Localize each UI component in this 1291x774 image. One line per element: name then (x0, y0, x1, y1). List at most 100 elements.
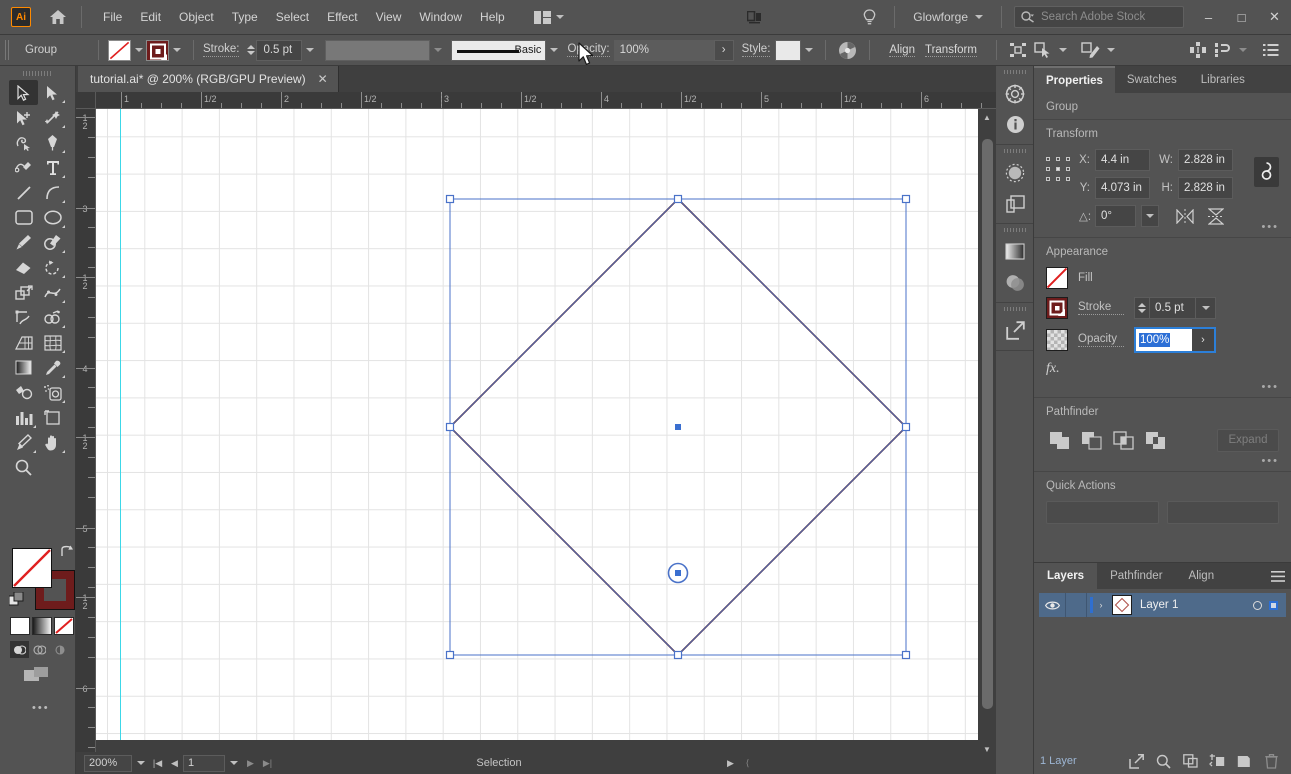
search-input[interactable]: Search Adobe Stock (1014, 6, 1184, 28)
transform-button[interactable]: Transform (924, 44, 977, 57)
fill-swatch[interactable] (108, 39, 131, 61)
exclude-icon[interactable] (1142, 427, 1168, 453)
color-swatch-button[interactable] (10, 617, 30, 635)
style-label[interactable]: Style: (741, 43, 771, 57)
menu-type[interactable]: Type (223, 6, 267, 28)
menu-help[interactable]: Help (471, 6, 514, 28)
arrange-dropdown[interactable] (1235, 40, 1250, 61)
fill-none-swatch[interactable] (12, 548, 52, 588)
shape-builder-tool[interactable] (38, 305, 67, 330)
artboard-dropdown-icon[interactable] (225, 754, 242, 772)
menu-select[interactable]: Select (267, 6, 318, 28)
width-tool[interactable] (38, 280, 67, 305)
layers-dock-icon[interactable] (996, 188, 1034, 219)
tab-pathfinder[interactable]: Pathfinder (1097, 563, 1175, 589)
selection-tool[interactable] (9, 80, 38, 105)
rotate-tool[interactable] (38, 255, 67, 280)
tab-layers[interactable]: Layers (1034, 563, 1098, 589)
draw-behind-button[interactable] (30, 641, 49, 658)
appearance-stroke-stepper[interactable] (1134, 297, 1150, 319)
flip-vertical-icon[interactable] (1203, 205, 1229, 227)
prev-page-icon[interactable]: ◀ (166, 754, 183, 772)
distribute-icon[interactable] (1185, 39, 1210, 61)
opacity-options-button[interactable]: › (713, 39, 734, 61)
symbol-sprayer-tool[interactable] (38, 380, 67, 405)
arc-tool[interactable] (38, 180, 67, 205)
h-input[interactable]: 2.828 in (1178, 177, 1233, 199)
home-icon[interactable] (47, 6, 69, 28)
line-segment-tool[interactable] (9, 180, 38, 205)
lightbulb-icon[interactable] (857, 6, 882, 28)
next-page-icon[interactable]: ▶ (242, 754, 259, 772)
eyedropper-tool[interactable] (38, 355, 67, 380)
stroke-weight-stepper[interactable] (245, 40, 256, 61)
opacity-options-button[interactable]: › (1192, 329, 1214, 351)
ellipse-tool[interactable] (38, 205, 67, 230)
close-icon[interactable]: ✕ (318, 72, 328, 86)
w-input[interactable]: 2.828 in (1178, 149, 1233, 171)
appearance-fill-swatch[interactable] (1046, 267, 1068, 289)
none-swatch-button[interactable] (54, 617, 74, 635)
last-page-icon[interactable]: ▶| (259, 754, 276, 772)
flip-horizontal-icon[interactable] (1172, 205, 1198, 227)
zoom-tool[interactable] (9, 455, 38, 480)
angle-input[interactable]: 0° (1095, 205, 1136, 227)
swap-fill-stroke-icon[interactable] (60, 544, 74, 561)
more-tools-button[interactable]: ••• (32, 702, 50, 714)
opacity-input[interactable]: 100% (613, 39, 714, 61)
x-input[interactable]: 4.4 in (1095, 149, 1150, 171)
gradient-tool[interactable] (9, 355, 38, 380)
menu-object[interactable]: Object (170, 6, 223, 28)
target-circle-icon[interactable] (1253, 600, 1262, 610)
minimize-button[interactable]: – (1192, 0, 1225, 35)
layer-row[interactable]: › Layer 1 (1039, 593, 1286, 617)
y-input[interactable]: 4.073 in (1095, 177, 1150, 199)
appearance-stroke-weight[interactable]: 0.5 pt (1150, 297, 1196, 319)
column-graph-tool[interactable] (9, 405, 38, 430)
change-screen-mode-icon[interactable] (24, 666, 50, 687)
horizontal-ruler[interactable]: 1 1/2 2 1/2 3 1/2 4 1/2 5 1/2 6 (96, 92, 996, 109)
artboard-tool[interactable] (38, 405, 67, 430)
angle-dropdown[interactable] (1141, 205, 1159, 227)
tab-align[interactable]: Align (1176, 563, 1228, 589)
draw-inside-button[interactable] (50, 641, 69, 658)
draw-normal-button[interactable] (10, 641, 29, 658)
select-similar-dropdown[interactable] (1056, 40, 1071, 61)
ruler-corner[interactable] (76, 92, 96, 109)
export-icon[interactable] (996, 315, 1034, 346)
opacity-label[interactable]: Opacity (1078, 333, 1124, 347)
style-dropdown[interactable] (801, 40, 816, 61)
scroll-up-icon[interactable]: ▲ (978, 109, 996, 125)
tab-libraries[interactable]: Libraries (1189, 66, 1257, 93)
lock-column[interactable] (1065, 593, 1087, 617)
dock-gripper-4[interactable] (996, 303, 1033, 315)
dock-gripper-1[interactable] (996, 66, 1033, 78)
menu-view[interactable]: View (367, 6, 411, 28)
type-tool[interactable] (38, 155, 67, 180)
blob-brush-tool[interactable] (38, 230, 67, 255)
info-icon[interactable] (996, 109, 1034, 140)
gradient-dock-icon[interactable] (996, 236, 1034, 267)
unite-icon[interactable] (1046, 427, 1072, 453)
appearance-stroke-dropdown[interactable] (1196, 297, 1216, 319)
stroke-dropdown[interactable] (169, 40, 184, 61)
brush-dropdown[interactable] (546, 40, 561, 61)
make-sublayer-icon[interactable] (1181, 752, 1199, 770)
workspace-switcher[interactable]: Glowforge (907, 10, 989, 24)
menu-edit[interactable]: Edit (131, 6, 170, 28)
live-corner-widget[interactable] (667, 562, 689, 584)
share-screen-icon[interactable] (742, 6, 767, 28)
panel-menu-icon[interactable] (1265, 563, 1291, 589)
gradient-swatch-button[interactable] (32, 617, 52, 635)
default-fill-stroke-icon[interactable] (8, 591, 24, 610)
quick-action-button-1[interactable] (1046, 501, 1159, 524)
zoom-dropdown-icon[interactable] (132, 754, 149, 772)
control-bar-gripper[interactable] (5, 40, 11, 60)
blend-tool[interactable] (9, 380, 38, 405)
dock-gripper-2[interactable] (996, 145, 1033, 157)
intersect-icon[interactable] (1110, 427, 1136, 453)
graphic-style-swatch[interactable] (775, 39, 802, 61)
release-to-layers-icon[interactable] (1127, 752, 1145, 770)
recolor-artwork-icon[interactable] (835, 39, 860, 61)
stroke-label[interactable]: Stroke (1078, 301, 1124, 315)
